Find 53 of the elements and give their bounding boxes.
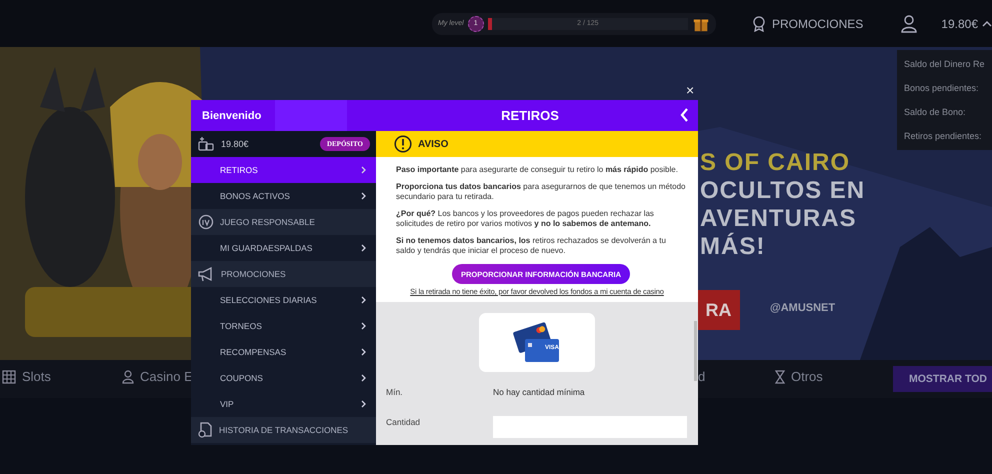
banner-headline: AVENTURAS — [700, 205, 858, 232]
promotions-link[interactable]: PROMOCIONES — [752, 16, 864, 32]
show-all-button[interactable]: MOSTRAR TOD — [893, 366, 992, 392]
category-tab[interactable]: Otros — [775, 369, 823, 384]
balance-button[interactable]: 19.80€ — [941, 16, 992, 30]
chevron-right-icon — [361, 296, 366, 304]
notice-paragraph: Si no tenemos datos bancarios, los retiros rechazados se devolverán a tu saldo y tendrás que iniciar el proceso de nuevo. — [396, 236, 667, 256]
banner-headline: MÁS! — [700, 233, 766, 261]
account-balance: 19.80€ — [221, 139, 250, 149]
award-icon — [752, 16, 766, 32]
person-icon — [122, 370, 134, 384]
back-button[interactable] — [680, 108, 689, 122]
sidebar-item[interactable]: RETIROS — [191, 157, 376, 183]
provider-logo-text: @AMUSNET — [770, 302, 836, 314]
notice-paragraph: ¿Por qué? Los bancos y los proveedores de pagos pueden rechazar las solicitudes de retiro por varios motivos y no lo sabemos de antemano. — [396, 209, 655, 229]
notice-paragraph: Proporciona tus datos bancarios para asegurarnos de que tenemos un método secundario para tu retirada. — [396, 182, 686, 202]
warning-icon — [394, 135, 412, 153]
chevron-right-icon — [361, 400, 366, 408]
category-tab[interactable]: d — [698, 369, 706, 384]
hourglass-icon — [775, 370, 785, 384]
category-tab[interactable]: Slots — [2, 369, 51, 384]
banner-headline: S OF CAIRO — [700, 149, 852, 177]
account-button[interactable] — [901, 14, 918, 32]
balance-menu-label: Retiros pendientes: — [904, 131, 983, 141]
chevron-right-icon — [361, 322, 366, 330]
balance-menu-label: Bonos pendientes: — [904, 83, 980, 93]
chevron-right-icon — [361, 244, 366, 252]
close-button[interactable]: × — [686, 83, 694, 97]
balance-menu-label: Saldo del Dinero Re — [904, 59, 986, 69]
document-icon — [198, 422, 213, 438]
sidebar-section[interactable]: JUEGO RESPONSABLE — [191, 209, 376, 235]
sidebar-section[interactable]: HISTORIA DE TRANSACCIONES — [191, 417, 376, 443]
chevron-right-icon — [361, 166, 366, 174]
amount-field[interactable] — [493, 416, 687, 438]
sidebar-section[interactable]: PROMOCIONES — [191, 261, 376, 287]
user-icon — [901, 14, 918, 32]
field-value: No hay cantidad mínima — [493, 387, 585, 397]
notice-paragraph: Paso importante para asegurarte de conseguir tu retiro lo más rápido posible. — [396, 165, 679, 175]
age-limit-icon — [198, 214, 214, 230]
balance-menu-label: Saldo de Bono: — [904, 107, 967, 117]
grid-icon — [2, 370, 16, 384]
notice-title: AVISO — [418, 138, 448, 150]
chevron-right-icon — [361, 348, 366, 356]
scrollbar[interactable] — [694, 321, 697, 381]
welcome-label: Bienvenido — [201, 110, 262, 122]
chevron-left-icon — [680, 108, 689, 122]
chevron-right-icon — [361, 374, 366, 382]
banner-headline: OCULTOS EN — [700, 177, 866, 205]
field-label: Cantidad — [386, 417, 422, 427]
dialog-title: RETIROS — [500, 108, 560, 123]
banner-play-button[interactable]: RA — [697, 290, 740, 330]
chevron-right-icon — [361, 192, 366, 200]
field-label: Mín. — [386, 387, 404, 397]
